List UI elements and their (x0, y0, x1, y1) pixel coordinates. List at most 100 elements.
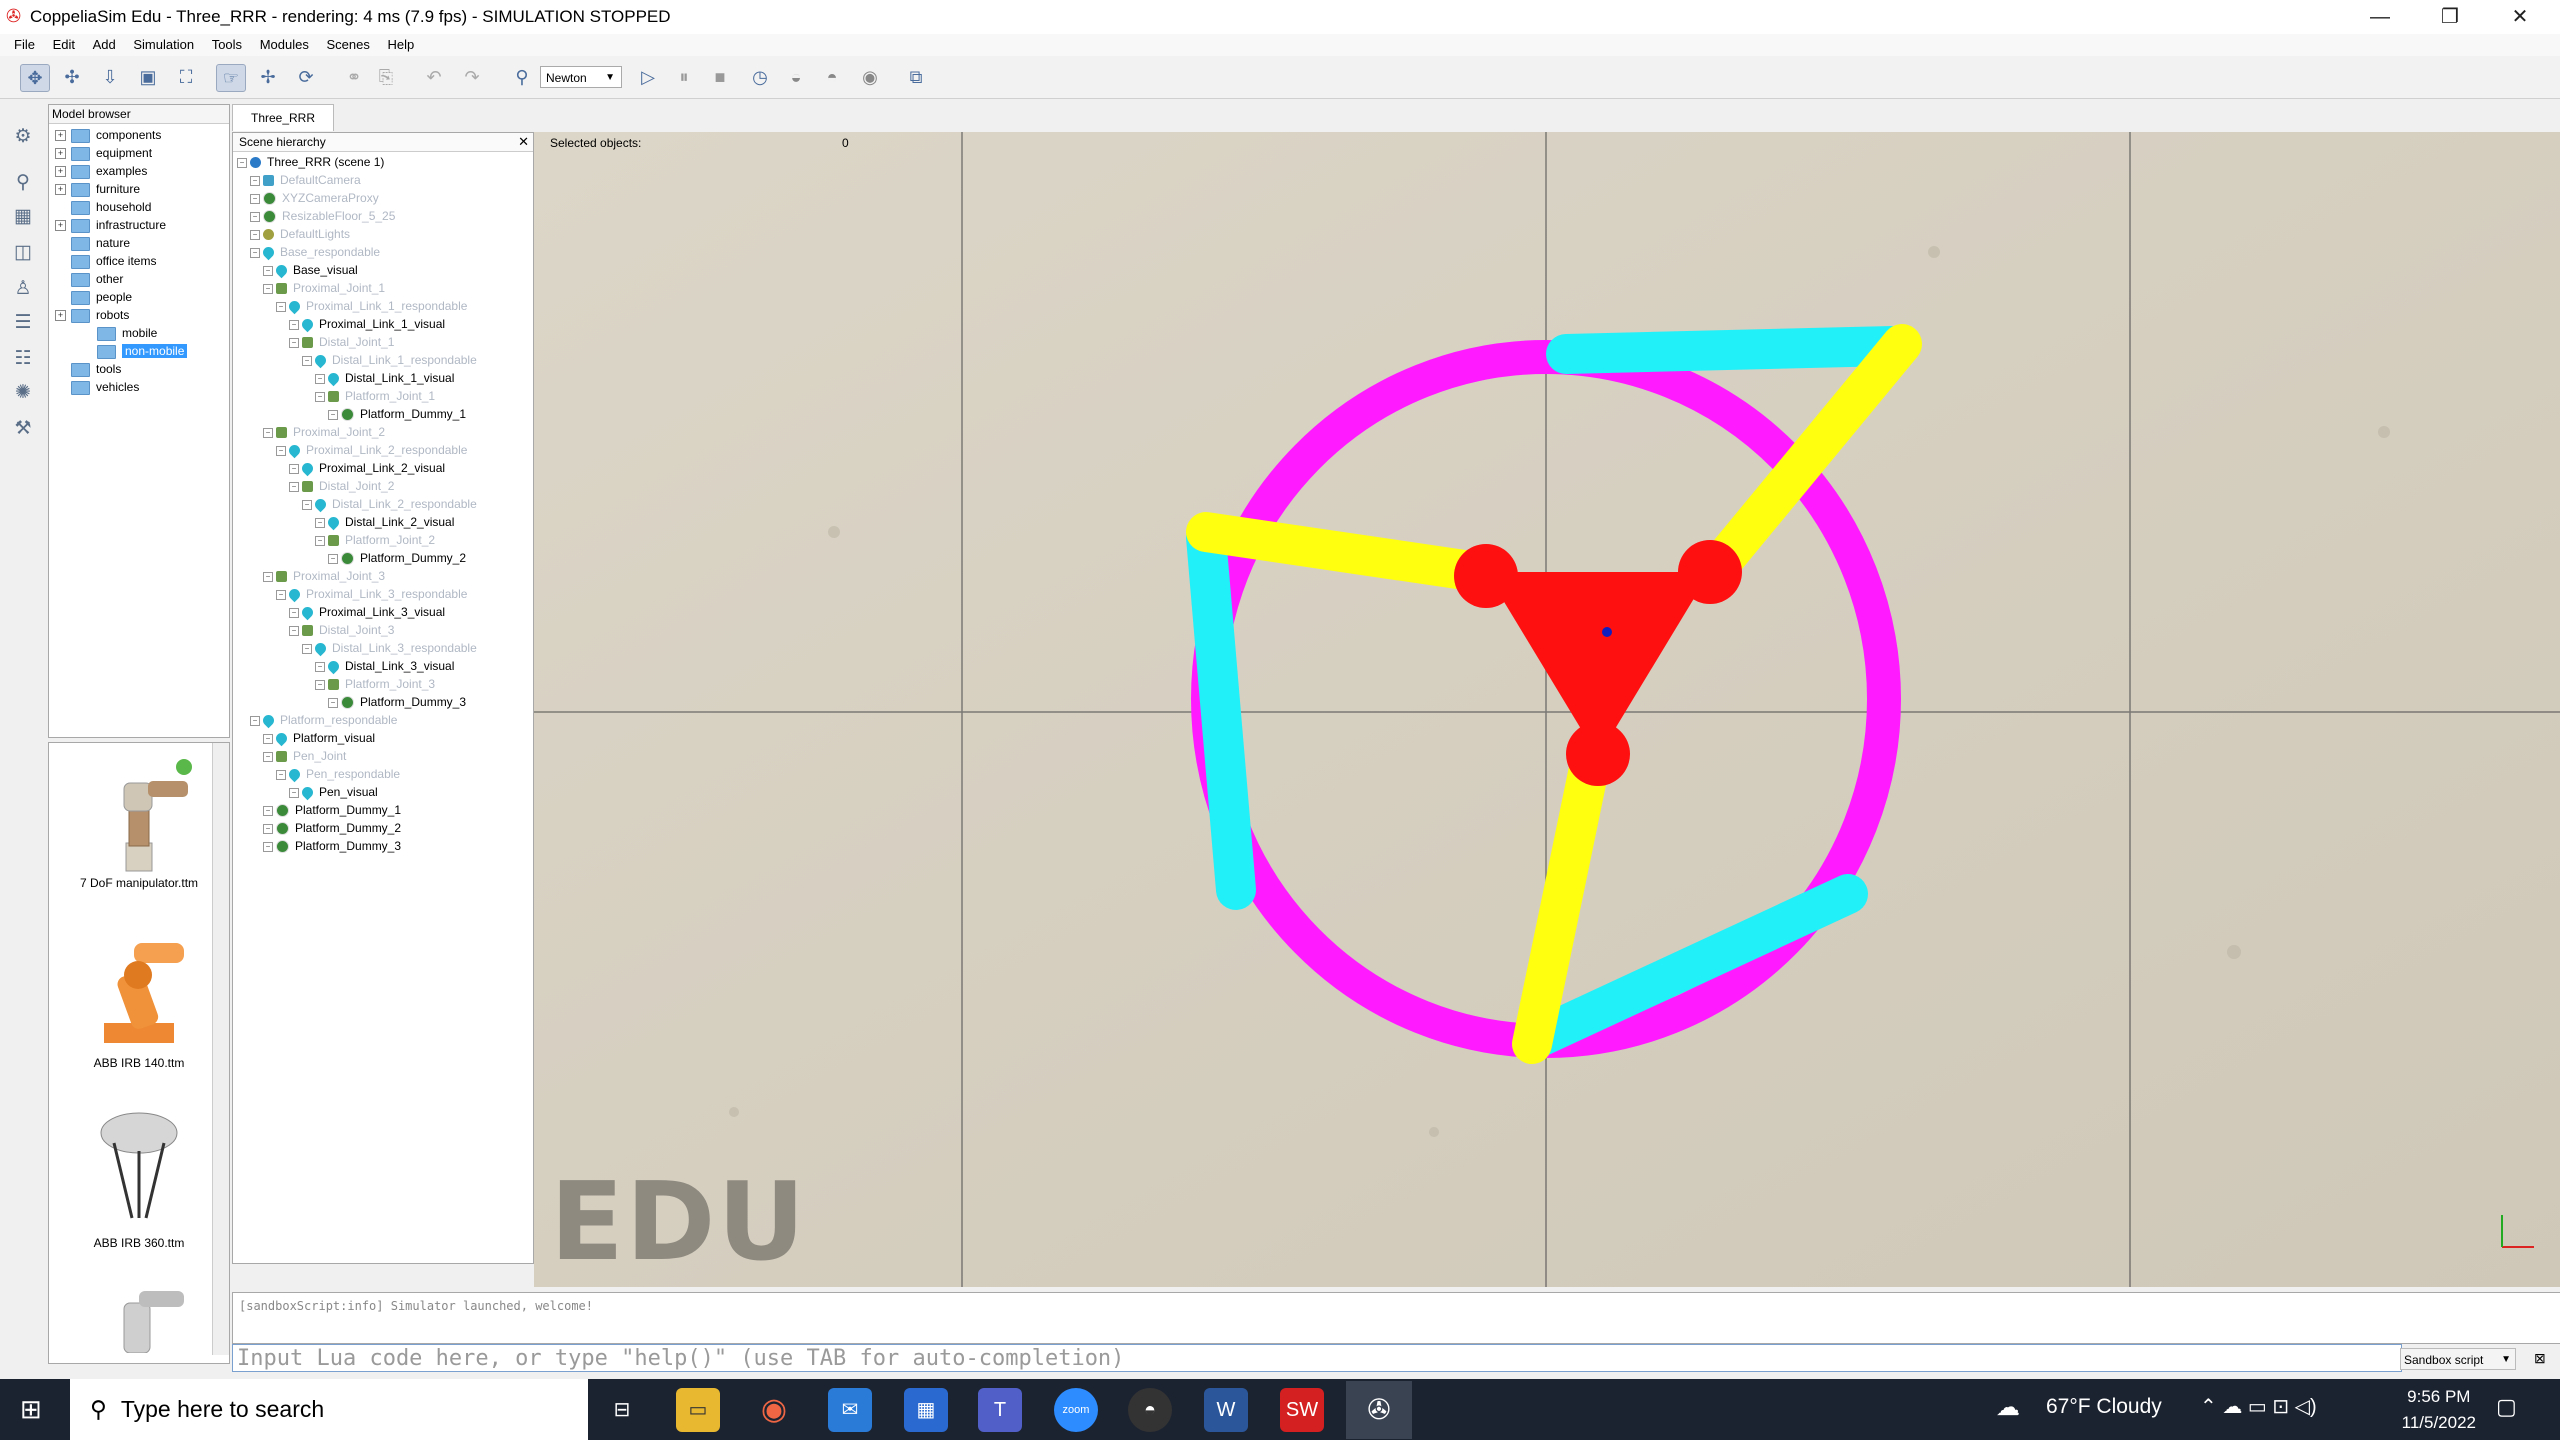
collapse-icon[interactable]: − (276, 301, 286, 312)
model-folder-item[interactable]: +non-mobile (81, 343, 188, 360)
github-icon[interactable]: ◓ (1128, 1388, 1172, 1432)
thumbnail-scrollbar[interactable] (212, 743, 229, 1355)
scene-object-item[interactable]: − Distal_Joint_3 (289, 621, 394, 639)
collapse-icon[interactable]: − (250, 247, 260, 258)
model-thumbnail[interactable] (49, 1283, 229, 1356)
speed-up-icon[interactable]: ◓ (818, 64, 846, 90)
page-selector-icon[interactable]: ☷ (10, 346, 36, 372)
coppeliasim-taskbar-icon[interactable]: ✇ (1346, 1381, 1412, 1439)
scene-object-item[interactable]: − Proximal_Link_1_respondable (276, 297, 467, 315)
menu-edit[interactable]: Edit (53, 34, 75, 56)
layers-icon[interactable]: ◫ (10, 240, 36, 266)
solidworks-icon[interactable]: SW (1280, 1388, 1324, 1432)
teams-icon[interactable]: T (978, 1388, 1022, 1432)
scene-object-item[interactable]: − Platform_Dummy_1 (328, 405, 466, 423)
scene-object-item[interactable]: − Platform_Dummy_1 (263, 801, 401, 819)
expand-icon[interactable]: + (55, 184, 66, 196)
scene-object-item[interactable]: − Pen_respondable (276, 765, 400, 783)
collapse-icon[interactable]: − (263, 283, 273, 294)
expand-icon[interactable]: + (55, 220, 66, 232)
scene-object-item[interactable]: − Platform_Dummy_2 (328, 549, 466, 567)
assemble-icon[interactable]: ⚭ (340, 64, 368, 90)
minimize-button[interactable]: — (2350, 0, 2410, 34)
model-thumbnail[interactable]: ABB IRB 140.ttm (49, 923, 229, 1070)
scene-object-item[interactable]: − Pen_visual (289, 783, 378, 801)
collapse-icon[interactable]: − (250, 715, 260, 726)
menu-file[interactable]: File (14, 34, 35, 56)
model-folder-item[interactable]: + infrastructure (55, 217, 166, 234)
scene-object-item[interactable]: − Distal_Link_3_visual (315, 657, 454, 675)
scene-object-item[interactable]: − Proximal_Link_3_visual (289, 603, 445, 621)
camera-rotate-icon[interactable]: ✣ (58, 64, 86, 90)
model-folder-item[interactable]: +mobile (81, 325, 157, 342)
menu-simulation[interactable]: Simulation (133, 34, 194, 56)
model-thumbnail[interactable]: 7 DoF manipulator.ttm (49, 753, 229, 890)
model-folder-item[interactable]: +people (55, 289, 132, 306)
scene-object-item[interactable]: − Base_visual (263, 261, 358, 279)
collapse-icon[interactable]: − (250, 193, 260, 204)
model-folder-item[interactable]: +office items (55, 253, 156, 270)
close-button[interactable]: ✕ (2490, 0, 2550, 34)
collapse-icon[interactable]: − (276, 589, 286, 600)
scene-object-item[interactable]: − Three_RRR (scene 1) (237, 153, 384, 171)
camera-angle-icon[interactable]: ▣ (134, 64, 162, 90)
scene-object-item[interactable]: − Proximal_Joint_3 (263, 567, 385, 585)
collapse-icon[interactable]: − (302, 499, 312, 510)
scene-object-item[interactable]: − Platform_Joint_2 (315, 531, 435, 549)
stop-simulation-icon[interactable]: ■ (706, 64, 734, 90)
object-shift-icon[interactable]: ✢ (254, 64, 282, 90)
collapse-icon[interactable]: − (289, 607, 299, 618)
windows-start-icon[interactable]: ⊞ (20, 1394, 42, 1425)
notifications-icon[interactable]: ▢ (2496, 1394, 2517, 1420)
expand-icon[interactable]: + (55, 130, 66, 142)
scene-object-item[interactable]: − Distal_Link_1_respondable (302, 351, 477, 369)
model-folder-item[interactable]: +nature (55, 235, 130, 252)
undo-icon[interactable]: ↶ (420, 64, 448, 90)
scene-object-item[interactable]: − Platform_Dummy_3 (328, 693, 466, 711)
camera-pan-icon[interactable]: ✥ (20, 64, 50, 92)
transfer-dna-icon[interactable]: ⎘ (372, 64, 400, 90)
menu-scenes[interactable]: Scenes (326, 34, 369, 56)
taskbar-clock[interactable]: 9:56 PM 11/5/2022 (2402, 1384, 2476, 1436)
taskbar-search-box[interactable]: ⚲ Type here to search (70, 1379, 588, 1440)
collapse-icon[interactable]: − (328, 697, 338, 708)
model-folder-item[interactable]: +other (55, 271, 123, 288)
scene-object-item[interactable]: − DefaultCamera (250, 171, 361, 189)
word-icon[interactable]: W (1204, 1388, 1248, 1432)
real-time-icon[interactable]: ◷ (746, 64, 774, 90)
scene-object-item[interactable]: − Platform_visual (263, 729, 375, 747)
scene-object-item[interactable]: − Proximal_Joint_1 (263, 279, 385, 297)
model-folder-item[interactable]: + components (55, 127, 161, 144)
collapse-icon[interactable]: − (315, 679, 325, 690)
camera-shift-icon[interactable]: ⇩ (96, 64, 124, 90)
scene-object-item[interactable]: − DefaultLights (250, 225, 350, 243)
collapse-icon[interactable]: − (289, 481, 299, 492)
physics-engine-select[interactable]: Newton ▼ (540, 66, 622, 88)
collapse-icon[interactable]: − (289, 463, 299, 474)
scene-selector-icon[interactable]: ✺ (10, 380, 36, 406)
fit-to-view-icon[interactable]: ⛶ (172, 64, 200, 90)
zoom-icon[interactable]: zoom (1054, 1388, 1098, 1432)
expand-icon[interactable]: + (55, 310, 66, 322)
object-rotate-icon[interactable]: ⟳ (292, 64, 320, 90)
scene-viewport[interactable] (534, 132, 2560, 1287)
collapse-icon[interactable]: − (263, 751, 273, 762)
model-folder-item[interactable]: +vehicles (55, 379, 139, 396)
file-explorer-icon[interactable]: ▭ (676, 1388, 720, 1432)
collapse-icon[interactable]: − (315, 391, 325, 402)
collapse-icon[interactable]: − (263, 823, 273, 834)
scene-object-item[interactable]: − Proximal_Link_3_respondable (276, 585, 467, 603)
scene-object-item[interactable]: − Proximal_Joint_2 (263, 423, 385, 441)
task-view-icon[interactable]: ⊟ (600, 1388, 644, 1432)
visualization-icon[interactable]: ◉ (856, 64, 884, 90)
restore-button[interactable]: ❐ (2420, 0, 2480, 34)
collapse-icon[interactable]: − (263, 733, 273, 744)
model-folder-item[interactable]: + equipment (55, 145, 152, 162)
collapse-icon[interactable]: − (302, 643, 312, 654)
collapse-icon[interactable]: − (315, 373, 325, 384)
collapse-icon[interactable]: − (289, 319, 299, 330)
slow-down-icon[interactable]: ◒ (782, 64, 810, 90)
collapse-icon[interactable]: − (302, 355, 312, 366)
menu-tools[interactable]: Tools (212, 34, 242, 56)
collapse-icon[interactable]: − (289, 787, 299, 798)
